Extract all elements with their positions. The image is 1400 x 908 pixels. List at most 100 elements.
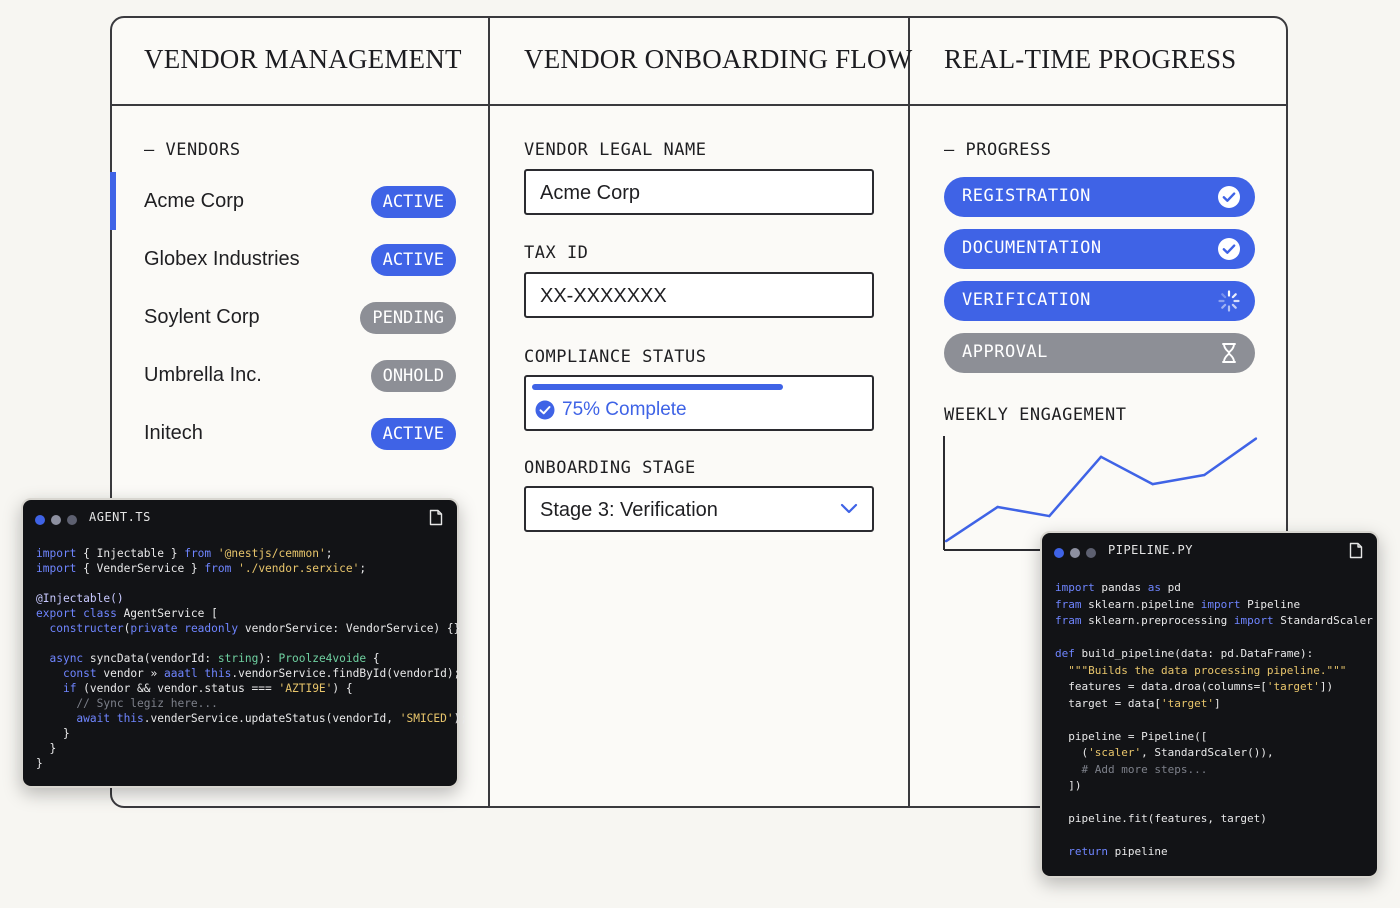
code-content[interactable]: import { Injectable } from '@nestjs/cemm… [36, 546, 467, 771]
code-line: } [36, 727, 70, 740]
code-line: import { VenderService } from './vendor.… [36, 562, 367, 575]
tax-id-label: TAX ID [524, 243, 589, 263]
window-title: PIPELINE.PY [1108, 543, 1193, 557]
window-dot[interactable] [51, 515, 61, 525]
compliance-text: 75% Complete [562, 399, 687, 420]
progress-step-verification[interactable]: VERIFICATION [944, 281, 1255, 321]
engagement-point [1048, 514, 1051, 518]
compliance-label: COMPLIANCE STATUS [524, 347, 707, 367]
code-line: // Sync legiz here... [76, 697, 218, 710]
file-icon[interactable] [1349, 542, 1363, 559]
check-circle-icon [1218, 186, 1240, 208]
code-line: fram sklearn.pipeline import Pipeline [1055, 597, 1301, 611]
engagement-point [1203, 473, 1206, 477]
code-line: fram sklearn.preprocessing import Standa… [1055, 614, 1373, 627]
header-divider [110, 104, 1288, 106]
vendor-management-title: VENDOR MANAGEMENT [144, 44, 462, 74]
engagement-point [944, 539, 948, 543]
vendor-item-acme[interactable]: Acme Corp ACTIVE [112, 178, 488, 226]
progress-section-label: — PROGRESS [944, 140, 1052, 160]
code-line: export class AgentService [ [36, 607, 218, 620]
weekly-engagement-label: WEEKLY ENGAGEMENT [944, 405, 1127, 425]
vendor-name: Globex Industries [144, 248, 300, 270]
code-line: pipeline = Pipeline([ [1055, 729, 1208, 743]
spinner-icon [1218, 290, 1240, 312]
code-line: } [36, 742, 57, 755]
vendor-name: Initech [144, 422, 203, 444]
pipeline-code-window[interactable]: PIPELINE.PY import pandas as pd fram skl… [1040, 531, 1379, 878]
window-controls [35, 512, 83, 530]
vendor-item-globex[interactable]: Globex Industries ACTIVE [112, 236, 488, 284]
column-divider [908, 16, 910, 808]
compliance-status-box: 75% Complete [524, 375, 874, 431]
tax-id-value: XX-XXXXXXX [540, 285, 667, 307]
step-label: REGISTRATION [962, 186, 1091, 206]
code-line: import pandas as pd [1055, 581, 1181, 594]
vendor-name: Soylent Corp [144, 306, 260, 328]
code-line: ('scaler', StandardScaler()), [1055, 746, 1274, 759]
vendors-label-text: VENDORS [165, 140, 241, 160]
legal-name-label: VENDOR LEGAL NAME [524, 140, 707, 160]
agent-code-window[interactable]: AGENT.TS import { Injectable } from '@ne… [21, 498, 467, 788]
code-line: import { Injectable } from '@nestjs/cemm… [36, 547, 333, 560]
code-line: # Add more steps... [1081, 762, 1208, 776]
engagement-point [996, 505, 999, 509]
code-line: def build_pipeline(data: pd.DataFrame): [1055, 647, 1314, 660]
legal-name-value: Acme Corp [540, 182, 641, 204]
stage-value: Stage 3: Verification [540, 499, 718, 521]
code-line: } [36, 757, 43, 770]
tax-id-input[interactable]: XX-XXXXXXX [524, 272, 874, 318]
code-line: target = data['target'] [1055, 696, 1221, 710]
window-dot[interactable] [1070, 548, 1080, 558]
onboarding-flow-title: VENDOR ONBOARDING FLOW [524, 44, 913, 74]
legal-name-input[interactable]: Acme Corp [524, 169, 874, 215]
vendor-item-initech[interactable]: Initech ACTIVE [112, 410, 488, 458]
code-line: await this.venderService.updateStatus(ve… [76, 712, 468, 725]
vendor-item-umbrella[interactable]: Umbrella Inc. ONHOLD [112, 352, 488, 400]
status-badge: ACTIVE [370, 244, 456, 276]
engagement-point [1254, 437, 1258, 440]
real-time-progress-title: REAL-TIME PROGRESS [944, 44, 1237, 74]
step-label: VERIFICATION [962, 290, 1091, 310]
status-badge: ONHOLD [370, 360, 456, 392]
progress-step-approval[interactable]: APPROVAL [944, 333, 1255, 373]
window-title: AGENT.TS [89, 510, 151, 524]
vendor-item-soylent[interactable]: Soylent Corp PENDING [112, 294, 488, 342]
step-label: APPROVAL [962, 342, 1048, 362]
code-line: features = data.droa(columns=['target']) [1055, 680, 1334, 693]
chevron-down-icon [840, 503, 858, 514]
progress-label-text: PROGRESS [965, 140, 1052, 160]
hourglass-icon [1222, 343, 1236, 363]
engagement-series-line [945, 437, 1257, 543]
check-circle-icon [1218, 238, 1240, 260]
code-line: pipeline.fit(features, target) [1055, 812, 1267, 825]
compliance-progress-bar [532, 384, 783, 390]
window-dot[interactable] [1054, 548, 1064, 558]
file-icon[interactable] [429, 509, 443, 526]
engagement-point [1151, 482, 1154, 486]
step-label: DOCUMENTATION [962, 238, 1102, 258]
status-badge: ACTIVE [370, 418, 456, 450]
stage-label: ONBOARDING STAGE [524, 458, 696, 478]
window-controls [1054, 545, 1102, 563]
onboarding-stage-select[interactable]: Stage 3: Verification [524, 486, 874, 532]
progress-step-registration[interactable]: REGISTRATION [944, 177, 1255, 217]
progress-step-documentation[interactable]: DOCUMENTATION [944, 229, 1255, 269]
vendor-name: Acme Corp [144, 190, 245, 212]
window-dot[interactable] [35, 515, 45, 525]
code-line: async syncData(vendorId: string): Proolz… [49, 652, 380, 665]
window-dot[interactable] [1086, 548, 1096, 558]
window-dot[interactable] [67, 515, 77, 525]
code-line: @Injectable() [36, 592, 124, 605]
code-line: const vendor » aaatl this.vendorService.… [62, 667, 461, 680]
code-line: constructer(private readonly vendorServi… [49, 622, 461, 635]
vendors-section-label: — VENDORS [144, 140, 241, 160]
column-divider [488, 16, 490, 808]
compliance-progress-track [532, 384, 866, 390]
vendor-name: Umbrella Inc. [144, 364, 262, 386]
code-line: return pipeline [1068, 845, 1168, 858]
status-badge: ACTIVE [370, 186, 456, 218]
code-line: if (vendor && vendor.status === 'AZTI9E'… [62, 682, 353, 695]
code-content[interactable]: import pandas as pd fram sklearn.pipelin… [1055, 580, 1373, 861]
check-circle-icon [535, 400, 555, 420]
